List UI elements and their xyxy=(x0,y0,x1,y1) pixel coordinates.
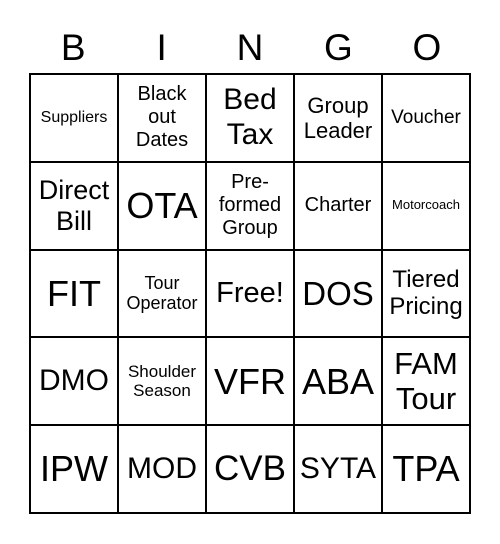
bingo-cell[interactable]: ABA xyxy=(294,337,382,426)
bingo-cell[interactable]: IPW xyxy=(30,425,118,513)
bingo-cell[interactable]: Pre-formed Group xyxy=(206,161,294,250)
bingo-cell[interactable]: DOS xyxy=(294,249,382,338)
bingo-cell[interactable]: Free! xyxy=(206,249,294,338)
bingo-cell[interactable]: OTA xyxy=(118,161,206,250)
header-letter-b: B xyxy=(60,27,86,68)
header-letter-i: I xyxy=(156,27,167,68)
bingo-cell[interactable]: FIT xyxy=(30,249,118,338)
bingo-cell[interactable]: FAM Tour xyxy=(382,337,470,426)
bingo-cell[interactable]: Tiered Pricing xyxy=(382,249,470,338)
bingo-cell[interactable]: DMO xyxy=(30,337,118,426)
bingo-cell[interactable]: SYTA xyxy=(294,425,382,513)
bingo-cell[interactable]: Black out Dates xyxy=(118,74,206,162)
bingo-cell[interactable]: Charter xyxy=(294,161,382,250)
bingo-cell[interactable]: Voucher xyxy=(382,74,470,162)
bingo-header: B I N G O xyxy=(29,24,471,72)
bingo-cell[interactable]: Shoulder Season xyxy=(118,337,206,426)
bingo-cell[interactable]: MOD xyxy=(118,425,206,513)
bingo-cell[interactable]: TPA xyxy=(382,425,470,513)
bingo-cell[interactable]: CVB xyxy=(206,425,294,513)
bingo-cell[interactable]: Tour Operator xyxy=(118,249,206,338)
bingo-cell[interactable]: VFR xyxy=(206,337,294,426)
header-letter-o: O xyxy=(412,27,442,68)
bingo-cell[interactable]: Group Leader xyxy=(294,74,382,162)
bingo-cell[interactable]: Suppliers xyxy=(30,74,118,162)
bingo-cell[interactable]: Motorcoach xyxy=(382,161,470,250)
header-letter-n: N xyxy=(236,27,264,68)
bingo-cell[interactable]: Direct Bill xyxy=(30,161,118,250)
bingo-cell[interactable]: Bed Tax xyxy=(206,74,294,162)
header-letter-g: G xyxy=(324,27,353,68)
bingo-grid: Suppliers Black out Dates Bed Tax Group … xyxy=(29,73,471,514)
